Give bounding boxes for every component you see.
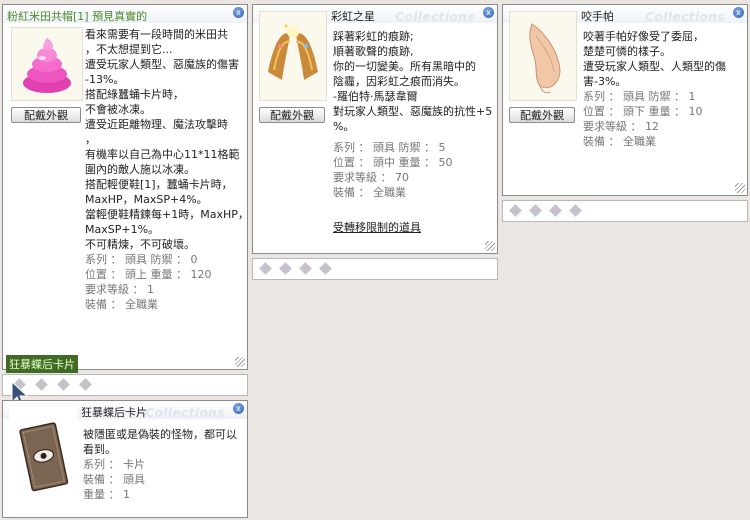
transfer-restriction-link[interactable]: 受轉移限制的道具 <box>333 220 492 235</box>
resize-grip-icon[interactable] <box>235 357 245 367</box>
desc-line: 遭受近距離物理、魔法攻擊時 <box>85 118 228 131</box>
desc-line: 搭配輕便鞋[1]，蠶蛹卡片時， <box>85 178 233 191</box>
stat-line: 要求等級 ： 1 <box>85 283 154 296</box>
desc-line: ，不太想提到它... <box>85 43 173 56</box>
card-icon <box>19 422 69 492</box>
wear-appearance-button[interactable]: 配戴外觀 <box>259 107 325 123</box>
empty-slot-icon[interactable] <box>299 262 312 275</box>
resize-grip-icon[interactable] <box>735 183 745 193</box>
watermark: Collections <box>645 10 725 24</box>
pink-hat-icon <box>23 38 71 93</box>
item-image <box>259 11 327 101</box>
title-bar[interactable]: 粉紅米田共帽[1] 預見真實的 <box>3 5 247 23</box>
resize-grip-icon[interactable] <box>485 241 495 251</box>
stat-line: 裝備 ： 全職業 <box>85 298 158 311</box>
desc-line: 遭受玩家人類型、惡魔族的傷害 <box>85 58 239 71</box>
desc-line: 有機率以自己為中心11*11格範 <box>85 148 240 161</box>
desc-line: 當輕便鞋精鍊每+1時，MaxHP， <box>85 208 249 221</box>
desc-line: 不可精煉，不可破壞。 <box>85 238 195 251</box>
desc-line: ， <box>85 133 96 146</box>
empty-slot-icon[interactable] <box>509 204 522 217</box>
desc-line: 踩著彩虹的痕跡; <box>333 30 414 43</box>
watermark: Collections <box>145 406 225 420</box>
empty-slot-icon[interactable] <box>319 262 332 275</box>
desc-line: 被隱匿或是偽裝的怪物，都可以 <box>83 428 237 441</box>
empty-slot-icon[interactable] <box>279 262 292 275</box>
window-title: 咬手帕 <box>581 10 614 23</box>
card-tooltip-tag: 狂暴蝶后卡片 <box>6 355 78 373</box>
card-slot-bar[interactable] <box>2 374 248 396</box>
item-description: 咬著手帕好像受了委屈， 楚楚可憐的樣子。 遭受玩家人類型、人類型的傷 害-3%。… <box>583 29 726 149</box>
desc-line: 咬著手帕好像受了委屈， <box>583 30 704 43</box>
item-image <box>509 11 577 101</box>
window-title: 彩虹之星 <box>331 10 375 23</box>
desc-line: 圍內的敵人施以冰凍。 <box>85 163 195 176</box>
desc-line: 不會被冰凍。 <box>85 103 151 116</box>
desc-line: -13%。 <box>85 73 125 86</box>
stat-line: 重量 ： 1 <box>83 488 130 501</box>
desc-line: MaxSP+1%。 <box>85 223 160 236</box>
empty-slot-icon[interactable] <box>57 378 70 391</box>
item-description: 踩著彩虹的痕跡; 順著歌聲的痕跡, 你的一切變美。所有黑暗中的 陰霾，因彩虹之痕… <box>333 29 492 235</box>
stat-line: 要求等級 ： 70 <box>333 171 409 184</box>
stat-line: 位置 ： 頭中 重量 ： 50 <box>333 156 453 169</box>
item-image <box>9 407 77 509</box>
item-description: 看來需要有一段時間的米田共 ，不太想提到它... 遭受玩家人類型、惡魔族的傷害 … <box>85 27 249 312</box>
stat-line: 要求等級 ： 12 <box>583 120 659 133</box>
desc-line: 陰霾，因彩虹之痕而消失。 <box>333 75 465 88</box>
desc-line: 害-3%。 <box>583 75 627 88</box>
close-icon[interactable]: x <box>233 7 244 18</box>
desc-line: 對玩家人類型、惡魔族的抗性+5 <box>333 105 493 118</box>
stat-line: 位置 ： 頭上 重量 ： 120 <box>85 268 212 281</box>
desc-line: 楚楚可憐的樣子。 <box>583 45 671 58</box>
empty-slot-icon[interactable] <box>79 378 92 391</box>
empty-slot-icon[interactable] <box>259 262 272 275</box>
item-description: 被隱匿或是偽裝的怪物，都可以 看到。 系列 ： 卡片 裝備 ： 頭具 重量 ： … <box>83 427 237 502</box>
empty-slot-icon[interactable] <box>529 204 542 217</box>
desc-line: 你的一切變美。所有黑暗中的 <box>333 60 476 73</box>
stat-line: 系列 ： 頭具 防禦 ： 0 <box>85 253 198 266</box>
item-window-rainbow-star[interactable]: 彩虹之星 Collections x 配戴外觀 踩著彩虹的痕跡; 順著歌聲的痕跡… <box>252 4 498 254</box>
wear-appearance-button[interactable]: 配戴外觀 <box>11 107 81 123</box>
desc-line: %。 <box>333 120 355 133</box>
close-icon[interactable]: x <box>233 403 244 414</box>
close-icon[interactable]: x <box>733 7 744 18</box>
desc-line: MaxHP，MaxSP+4%。 <box>85 193 208 206</box>
stat-line: 位置 ： 頭下 重量 ： 10 <box>583 105 703 118</box>
item-window-card[interactable]: 狂暴蝶后卡片 Collections x 被隱匿或是偽裝的怪物，都可以 看到。 … <box>2 400 248 518</box>
card-slot-bar[interactable] <box>252 258 498 280</box>
wear-appearance-button[interactable]: 配戴外觀 <box>509 107 575 123</box>
stat-line: 裝備 ： 全職業 <box>583 135 656 148</box>
handkerchief-icon <box>529 23 561 94</box>
stat-line: 系列 ： 頭具 防禦 ： 1 <box>583 90 696 103</box>
watermark: Collections <box>395 10 475 24</box>
rainbow-star-icon <box>268 24 318 80</box>
close-icon[interactable]: x <box>483 7 494 18</box>
desc-line: 順著歌聲的痕跡, <box>333 45 414 58</box>
desc-line: -羅伯特·馬瑟韋爾 <box>333 90 418 103</box>
stat-line: 裝備 ： 全職業 <box>333 186 406 199</box>
desc-line: 看來需要有一段時間的米田共 <box>85 28 228 41</box>
desc-line: 看到。 <box>83 443 116 456</box>
window-title: 狂暴蝶后卡片 <box>81 406 147 419</box>
desc-line: 搭配綠蠶蛹卡片時， <box>85 88 184 101</box>
item-window-pink-hat[interactable]: 粉紅米田共帽[1] 預見真實的 x 配戴外觀 看來需要有一段時間的米田共 ，不太… <box>2 4 249 370</box>
card-slot-bar[interactable] <box>502 200 748 222</box>
window-title: 粉紅米田共帽[1] 預見真實的 <box>7 10 148 23</box>
empty-slot-icon[interactable] <box>35 378 48 391</box>
desc-line: 遭受玩家人類型、人類型的傷 <box>583 60 726 73</box>
stat-line: 系列 ： 卡片 <box>83 458 145 471</box>
empty-slot-icon[interactable] <box>549 204 562 217</box>
stat-line: 系列 ： 頭具 防禦 ： 5 <box>333 141 446 154</box>
empty-slot-icon[interactable] <box>569 204 582 217</box>
stat-line: 裝備 ： 頭具 <box>83 473 145 486</box>
item-image <box>11 27 83 101</box>
item-window-handkerchief[interactable]: 咬手帕 Collections x 配戴外觀 咬著手帕好像受了委屈， 楚楚可憐的… <box>502 4 748 196</box>
